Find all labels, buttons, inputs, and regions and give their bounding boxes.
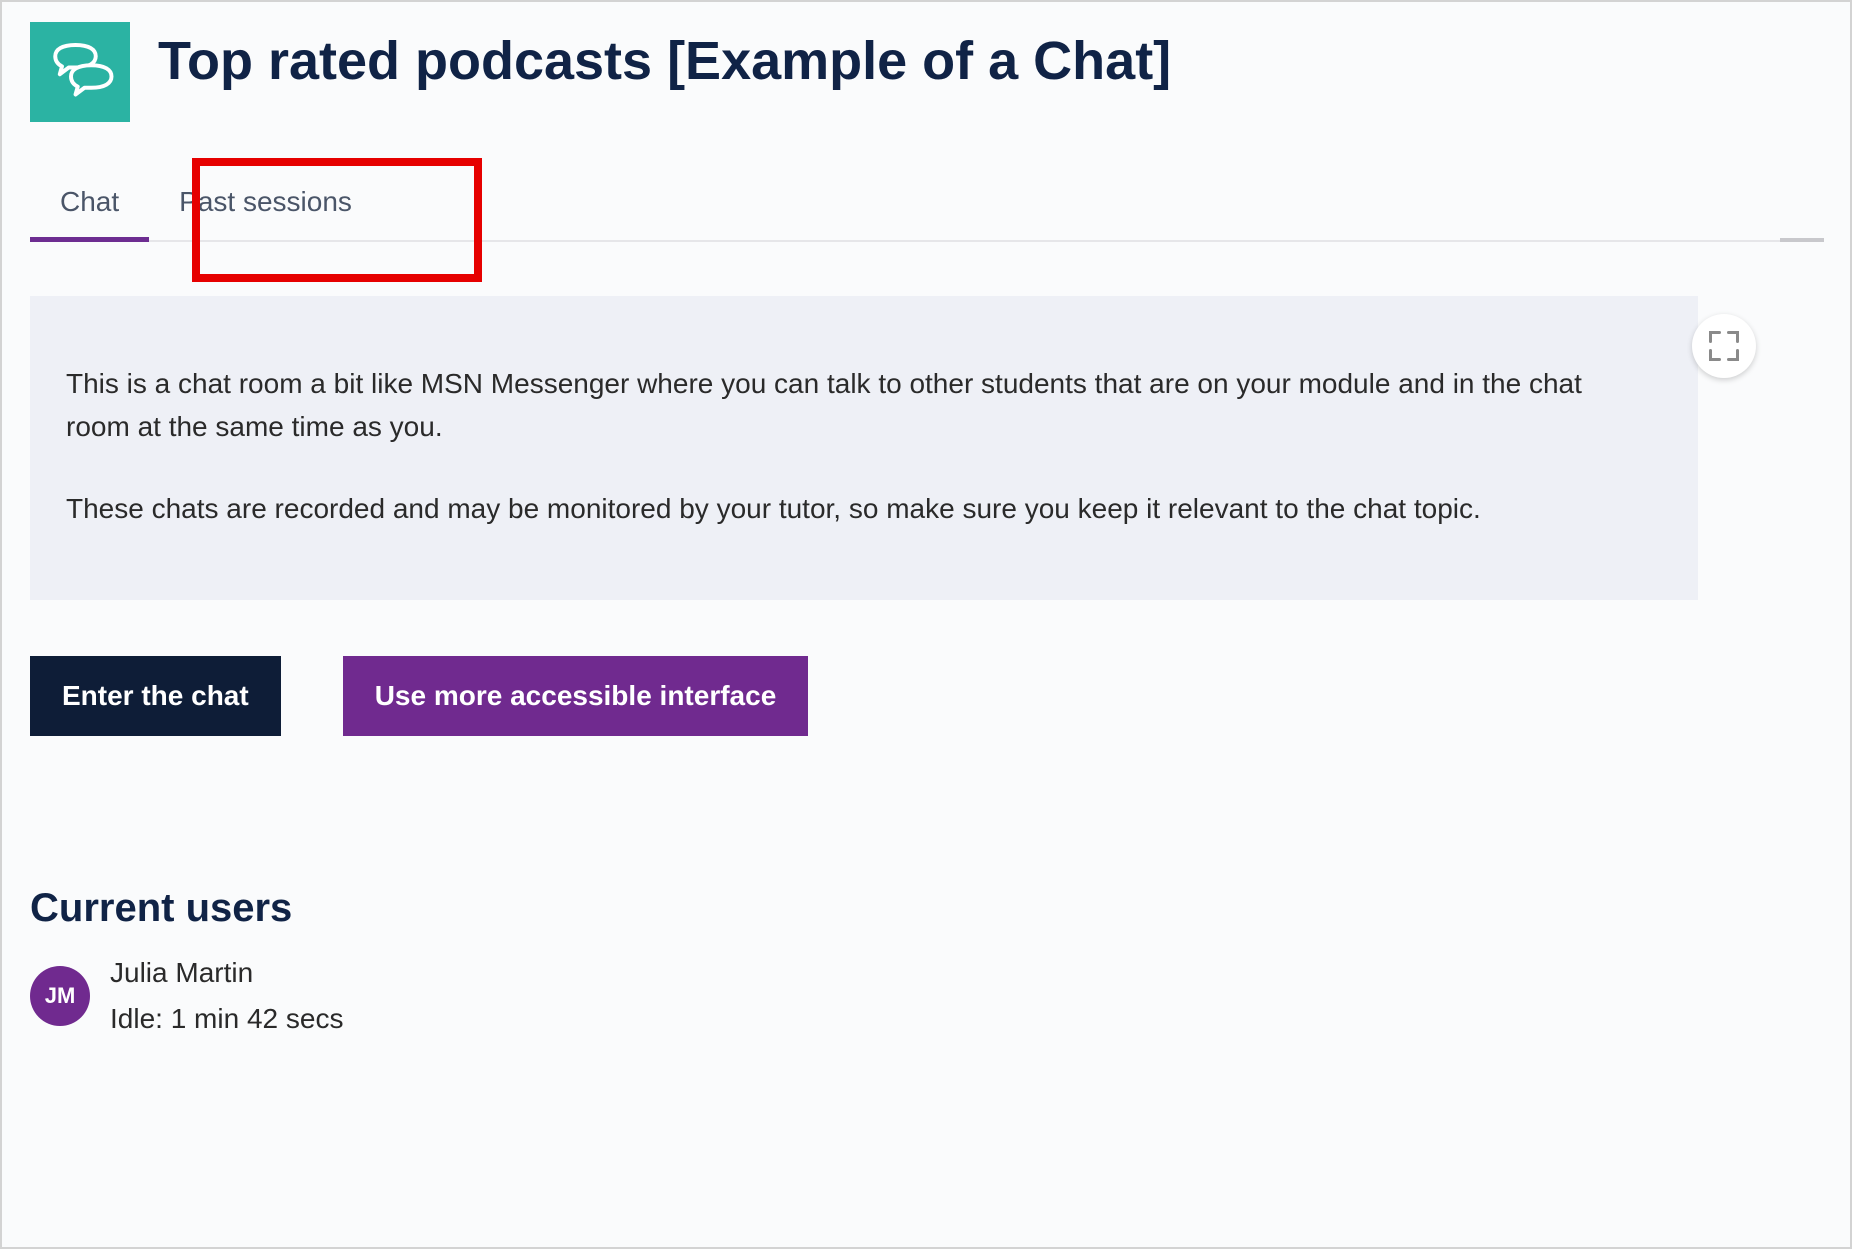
tab-label: Chat — [60, 186, 119, 217]
expand-icon — [1706, 328, 1742, 364]
avatar: JM — [30, 966, 90, 1026]
tab-divider — [1780, 238, 1824, 242]
current-users-heading: Current users — [30, 886, 1824, 931]
expand-button[interactable] — [1692, 314, 1756, 378]
current-users-section: Current users JM Julia Martin Idle: 1 mi… — [30, 886, 1824, 1035]
user-name: Julia Martin — [110, 957, 343, 989]
accessible-interface-button[interactable]: Use more accessible interface — [343, 656, 809, 736]
user-idle: Idle: 1 min 42 secs — [110, 1003, 343, 1035]
page-root: Top rated podcasts [Example of a Chat] C… — [0, 0, 1852, 1249]
tab-past-sessions[interactable]: Past sessions — [149, 168, 382, 240]
action-button-row: Enter the chat Use more accessible inter… — [30, 656, 1824, 736]
user-row: JM Julia Martin Idle: 1 min 42 secs — [30, 957, 1824, 1035]
description-panel: This is a chat room a bit like MSN Messe… — [30, 296, 1698, 600]
enter-chat-button[interactable]: Enter the chat — [30, 656, 281, 736]
tab-label: Past sessions — [179, 186, 352, 217]
tab-bar: Chat Past sessions — [30, 168, 1824, 242]
page-title: Top rated podcasts [Example of a Chat] — [158, 30, 1171, 92]
tab-chat[interactable]: Chat — [30, 168, 149, 240]
description-paragraph-2: These chats are recorded and may be moni… — [66, 487, 1630, 530]
chat-bubbles-icon — [30, 22, 130, 122]
description-paragraph-1: This is a chat room a bit like MSN Messe… — [66, 362, 1630, 449]
user-meta: Julia Martin Idle: 1 min 42 secs — [110, 957, 343, 1035]
page-header: Top rated podcasts [Example of a Chat] — [30, 22, 1824, 122]
